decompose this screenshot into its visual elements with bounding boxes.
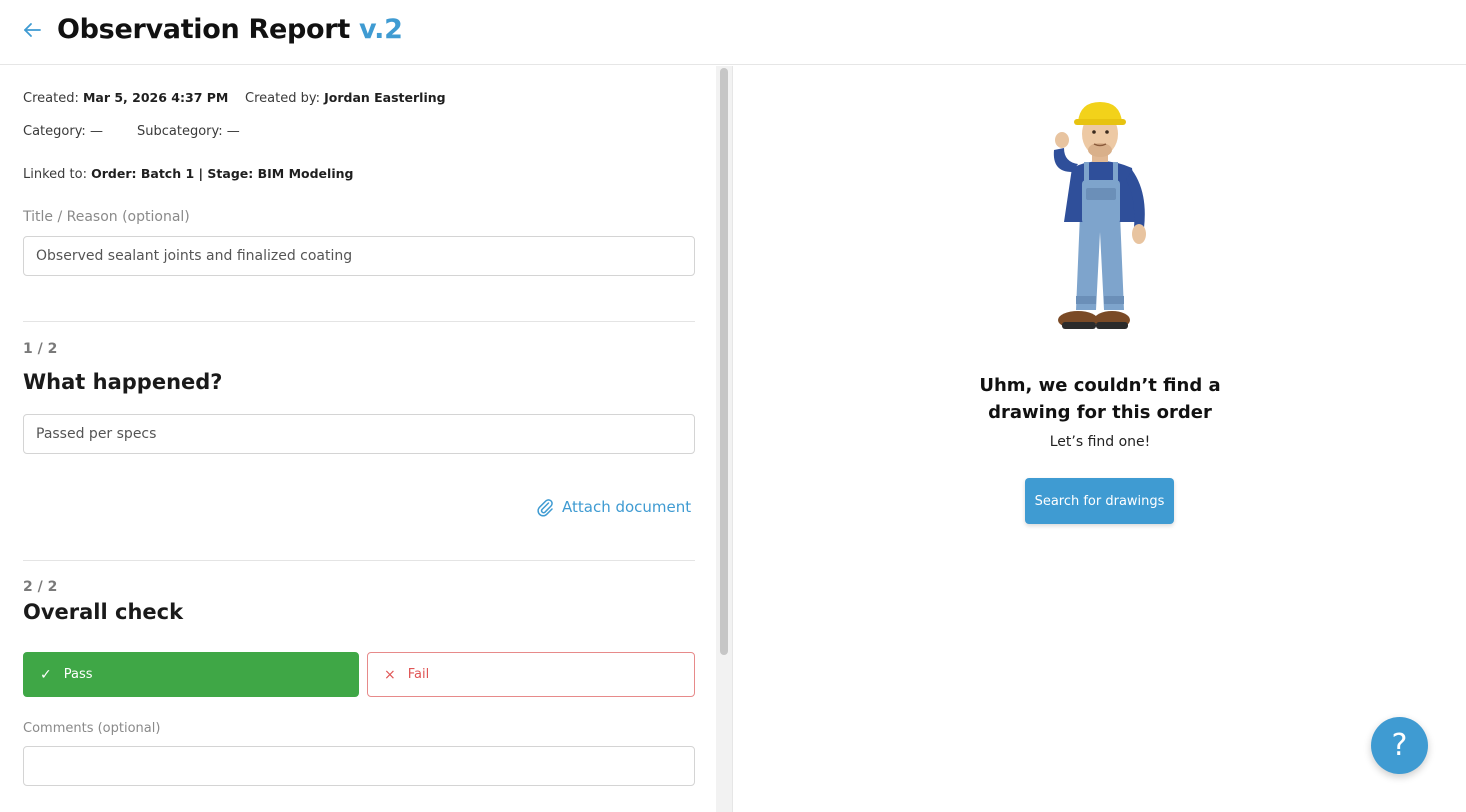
section-divider xyxy=(23,321,695,322)
linked-meta: Linked to: Order: Batch 1 | Stage: BIM M… xyxy=(23,166,353,182)
category-label: Category: xyxy=(23,124,86,139)
created-value: Mar 5, 2026 4:37 PM xyxy=(82,90,229,105)
step-counter: 2 / 2 xyxy=(23,579,58,595)
page-header: Observation Report v.2 xyxy=(0,0,1466,65)
subcategory-value: — xyxy=(226,124,240,139)
attach-document-label: Attach document xyxy=(562,498,692,516)
attach-document-button[interactable]: Attach document xyxy=(536,494,691,520)
created-by-label: Created by: xyxy=(245,91,320,106)
section-divider xyxy=(23,560,695,561)
title-input[interactable] xyxy=(23,236,695,276)
created-by-value: Jordan Easterling xyxy=(324,90,446,105)
pane-divider xyxy=(732,66,733,812)
back-button[interactable] xyxy=(20,16,44,44)
created-meta: Created: Mar 5, 2026 4:37 PM xyxy=(23,90,228,106)
title-field-label: Title / Reason (optional) xyxy=(23,209,190,225)
created-by-meta: Created by: Jordan Easterling xyxy=(245,90,446,106)
step-counter: 1 / 2 xyxy=(23,341,58,357)
answer-input[interactable] xyxy=(23,414,695,454)
paperclip-icon xyxy=(537,499,553,517)
report-form-pane: Created: Mar 5, 2026 4:37 PM Created by:… xyxy=(0,66,716,812)
category-meta: Category: — xyxy=(23,124,103,139)
subcategory-label: Subcategory: xyxy=(137,124,223,139)
question-title: What happened? xyxy=(23,370,223,394)
created-label: Created: xyxy=(23,91,79,106)
page-title-text: Observation Report xyxy=(57,14,350,45)
question-mark-icon: ? xyxy=(1391,728,1408,763)
linked-label: Linked to: xyxy=(23,167,87,182)
fail-option-button[interactable]: × Fail xyxy=(367,652,695,697)
empty-state-title: Uhm, we couldn’t find a drawing for this… xyxy=(979,375,1221,423)
close-icon: × xyxy=(384,666,396,683)
comments-label: Comments (optional) xyxy=(23,721,161,736)
page-title: Observation Report v.2 xyxy=(57,14,403,45)
subcategory-meta: Subcategory: — xyxy=(137,124,240,139)
question-title: Overall check xyxy=(23,600,184,624)
scrollbar-thumb[interactable] xyxy=(720,68,728,655)
fail-option-label: Fail xyxy=(407,667,430,682)
category-value: — xyxy=(89,124,103,139)
version-label: v.2 xyxy=(359,14,403,45)
pass-option-label: Pass xyxy=(63,667,93,682)
construction-worker-illustration xyxy=(1053,102,1146,329)
comments-input[interactable] xyxy=(23,746,695,786)
arrow-left-icon xyxy=(24,23,41,37)
help-button[interactable]: ? xyxy=(1371,717,1428,774)
empty-state-subtitle: Let’s find one! xyxy=(1049,434,1151,450)
check-icon: ✓ xyxy=(40,666,52,683)
linked-value: Order: Batch 1 | Stage: BIM Modeling xyxy=(91,166,354,181)
search-drawings-button[interactable]: Search for drawings xyxy=(1025,478,1174,524)
pass-option-button[interactable]: ✓ Pass xyxy=(23,652,359,697)
